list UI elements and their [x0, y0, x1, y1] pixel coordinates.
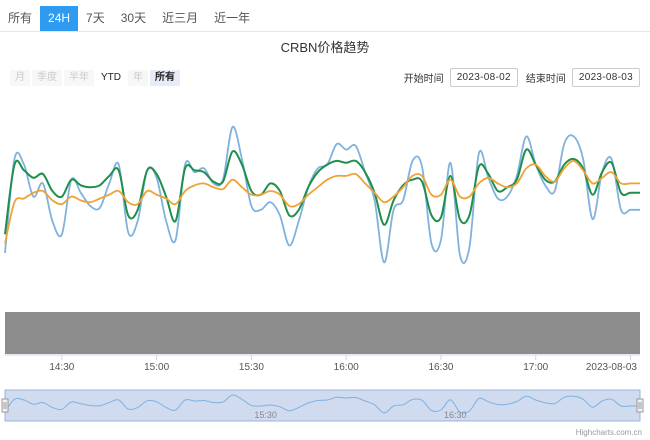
highcharts-credit[interactable]: Highcharts.com.cn	[576, 428, 642, 437]
price-chart: 14:30 15:00 15:30 16:00 16:30 17:00 2023-08-03…	[1, 125, 644, 422]
series-line-0	[4, 125, 640, 265]
navigator-tick-label: 15:30	[254, 410, 277, 420]
x-tick-label: 14:30	[49, 362, 74, 373]
series-line-2	[4, 160, 640, 244]
x-tick-label: 17:00	[523, 362, 548, 373]
navigator-handle-right[interactable]	[636, 398, 644, 413]
navigator-handle-left[interactable]	[1, 398, 9, 413]
x-tick-label: 15:30	[239, 362, 264, 373]
navigator-tick-label: 16:30	[444, 410, 467, 420]
x-tick-label: 2023-08-03	[586, 362, 638, 373]
x-tick-label: 16:00	[334, 362, 359, 373]
x-tick-label: 16:30	[428, 362, 453, 373]
series-line-1	[4, 148, 640, 235]
x-tick-label: 15:00	[144, 362, 169, 373]
volume-bars	[5, 312, 640, 354]
